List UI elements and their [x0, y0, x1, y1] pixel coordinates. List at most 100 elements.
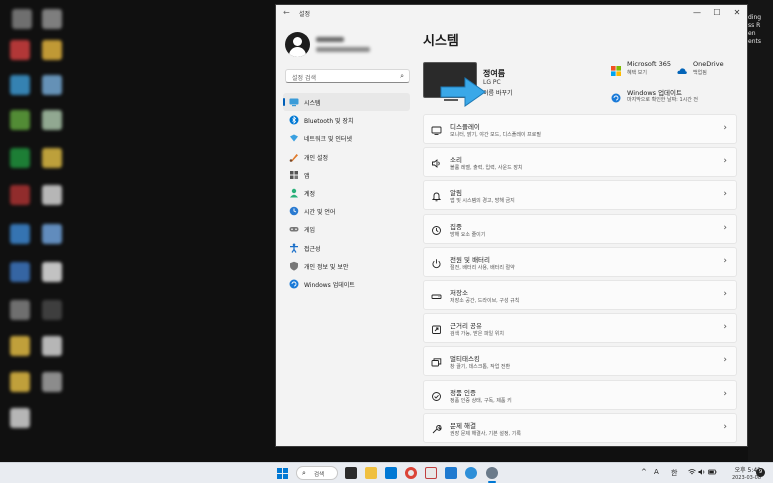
- start-button-windows-icon[interactable]: [277, 468, 288, 479]
- onedrive-cloud-icon: [677, 61, 687, 74]
- sidebar-item-personalization[interactable]: 개인 설정: [283, 148, 410, 166]
- card-activation[interactable]: 정품 인증 정품 인증 상태, 구독, 제품 키 ›: [423, 379, 737, 410]
- microsoft-365-sub: 혜택 보기: [627, 70, 647, 76]
- card-title: 집중: [450, 222, 462, 231]
- microsoft-365-icon: [611, 61, 621, 76]
- sidebar-item-windows-update[interactable]: Windows 업데이트: [283, 275, 410, 293]
- title-bar[interactable]: ← 설정 — ☐ ✕: [276, 5, 747, 23]
- desktop-shortcut-icon[interactable]: [42, 148, 62, 168]
- card-notifications[interactable]: 알림 앱 및 시스템의 경고, 방해 금지 ›: [423, 180, 737, 211]
- windows-update-tile[interactable]: Windows 업데이트 마지막으로 확인한 날짜: 1시간 전: [611, 87, 741, 107]
- desktop-shortcut-icon[interactable]: [42, 110, 62, 130]
- accessibility-icon: [289, 243, 299, 253]
- window-title: 설정: [299, 11, 311, 18]
- sidebar-item-accounts[interactable]: 계정: [283, 184, 410, 202]
- desktop-shortcut-icon[interactable]: [42, 185, 62, 205]
- card-focus[interactable]: 집중 방해 요소 줄이기 ›: [423, 213, 737, 244]
- desktop-shortcut-icon[interactable]: [10, 224, 30, 244]
- desktop-shortcut-icon[interactable]: [10, 40, 30, 60]
- card-title: 근거리 공유: [450, 322, 482, 331]
- sidebar-item-accessibility[interactable]: 접근성: [283, 239, 410, 257]
- system-icon: [289, 97, 299, 107]
- desktop-shortcut-icon[interactable]: [42, 40, 62, 60]
- taskbar-search[interactable]: ⌕ 검색: [296, 466, 338, 480]
- desktop-shortcut-icon[interactable]: [12, 9, 32, 29]
- ime-indicator[interactable]: 한: [671, 468, 677, 478]
- desktop-shortcut-icon[interactable]: [10, 262, 30, 282]
- page-title: 시스템: [423, 34, 459, 49]
- card-multitasking[interactable]: 멀티태스킹 창 끌기, 데스크톱, 작업 전환 ›: [423, 346, 737, 377]
- time-language-icon: [289, 206, 299, 216]
- desktop-shortcut-icon[interactable]: [42, 262, 62, 282]
- volume-icon[interactable]: [698, 468, 706, 478]
- sidebar-item-privacy[interactable]: 개인 정보 및 보안: [283, 257, 410, 275]
- close-icon[interactable]: ✕: [728, 7, 746, 19]
- chevron-right-icon: ›: [723, 322, 727, 333]
- avatar-head: [293, 37, 302, 46]
- desktop-shortcut-icon[interactable]: [42, 372, 62, 392]
- chevron-right-icon: ›: [723, 288, 727, 299]
- desktop-shortcut-icon[interactable]: [10, 75, 30, 95]
- desktop-shortcut-icon[interactable]: [42, 9, 62, 29]
- clock[interactable]: 오후 5:42 2023-03-08: [721, 465, 761, 481]
- sidebar-item-system[interactable]: 시스템: [283, 93, 410, 112]
- chrome-icon[interactable]: [405, 467, 417, 479]
- card-storage[interactable]: 저장소 저장소 공간, 드라이브, 구성 규칙 ›: [423, 279, 737, 310]
- input-mode-indicator[interactable]: A: [654, 468, 659, 476]
- chevron-right-icon: ›: [723, 421, 727, 432]
- avatar[interactable]: [285, 32, 310, 57]
- desktop-shortcut-icon[interactable]: [42, 75, 62, 95]
- desktop-shortcut-icon[interactable]: [10, 300, 30, 320]
- card-display[interactable]: 디스플레이 모니터, 밝기, 야간 모드, 디스플레이 프로필 ›: [423, 114, 737, 144]
- desktop-shortcut-icon[interactable]: [10, 148, 30, 168]
- microsoft-365-title: Microsoft 365: [627, 60, 672, 68]
- desktop-shortcut-icon[interactable]: [42, 300, 62, 320]
- settings-search-input[interactable]: 설정 검색 ⌕: [285, 69, 410, 83]
- card-sound[interactable]: 소리 볼륨 레벨, 출력, 입력, 사운드 장치 ›: [423, 147, 737, 178]
- desktop-shortcut-icon[interactable]: [10, 185, 30, 205]
- desktop-shortcut-icon[interactable]: [10, 408, 30, 428]
- microsoft-365-tile[interactable]: Microsoft 365 혜택 보기: [611, 60, 676, 80]
- browser-icon[interactable]: [465, 467, 477, 479]
- sidebar-item-gaming[interactable]: 게임: [283, 220, 410, 238]
- card-troubleshoot[interactable]: 문제 해결 권장 문제 해결사, 기본 설정, 기록 ›: [423, 412, 737, 443]
- onedrive-tile[interactable]: OneDrive 백업됨: [677, 60, 737, 80]
- card-title: 문제 해결: [450, 421, 476, 430]
- sidebar-item-label: Bluetooth 및 장치: [304, 118, 354, 126]
- sidebar-item-network[interactable]: 네트워크 및 인터넷: [283, 129, 410, 147]
- notification-count-badge[interactable]: 9: [756, 468, 765, 477]
- desktop-shortcut-icon[interactable]: [10, 336, 30, 356]
- sidebar-item-label: 게임: [304, 227, 316, 235]
- background-window-text: ding ss R en ents: [748, 14, 762, 45]
- windows-update-icon: [289, 279, 299, 289]
- desktop-shortcut-icon[interactable]: [42, 224, 62, 244]
- sidebar-item-label: Windows 업데이트: [304, 281, 355, 289]
- maximize-icon[interactable]: ☐: [708, 7, 726, 19]
- desktop-shortcut-icon[interactable]: [42, 336, 62, 356]
- settings-gear-icon[interactable]: [486, 467, 498, 479]
- sidebar-item-time-language[interactable]: 시간 및 언어: [283, 202, 410, 220]
- chevron-right-icon: ›: [723, 123, 727, 133]
- windows-app-icon[interactable]: [385, 467, 397, 479]
- vscode-icon[interactable]: [445, 467, 457, 479]
- onedrive-title: OneDrive: [693, 60, 724, 68]
- file-explorer-icon[interactable]: [365, 467, 377, 479]
- sidebar-item-apps[interactable]: 앱: [283, 166, 410, 184]
- desktop-shortcut-icon[interactable]: [10, 110, 30, 130]
- back-arrow-icon[interactable]: ←: [283, 8, 290, 17]
- power-icon: [431, 258, 442, 269]
- card-nearby-sharing[interactable]: 근거리 공유 검색 가능, 받은 파일 위치 ›: [423, 313, 737, 344]
- network-wifi-icon[interactable]: [688, 468, 696, 478]
- snipping-tool-icon[interactable]: [425, 467, 437, 479]
- desktop-shortcut-icon[interactable]: [10, 372, 30, 392]
- focus-icon: [431, 225, 442, 236]
- minimize-icon[interactable]: —: [688, 7, 706, 19]
- sidebar-item-label: 시스템: [304, 100, 321, 107]
- show-hidden-icons-chevron[interactable]: ^: [641, 468, 647, 476]
- card-power-battery[interactable]: 전원 및 배터리 절전, 배터리 사용, 배터리 절약 ›: [423, 246, 737, 277]
- task-view-icon[interactable]: [345, 467, 357, 479]
- sidebar-item-bluetooth[interactable]: Bluetooth 및 장치: [283, 111, 410, 129]
- battery-icon[interactable]: [708, 468, 717, 478]
- bluetooth-icon: [289, 115, 299, 125]
- card-title: 저장소: [450, 288, 468, 297]
